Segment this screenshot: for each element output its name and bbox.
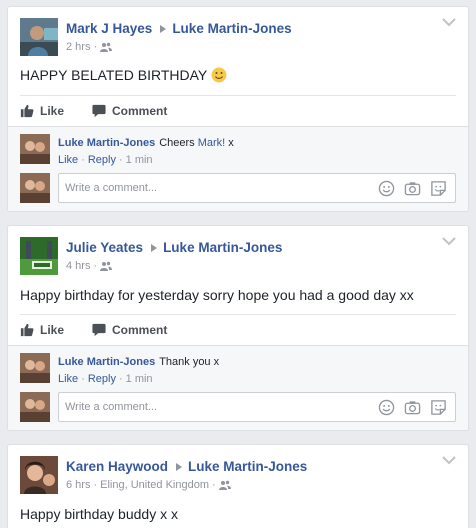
post-card: Julie Yeates Luke Martin-Jones 4 hrs · Hap… xyxy=(7,225,469,431)
like-icon xyxy=(20,104,34,118)
comment-input[interactable]: Write a comment... xyxy=(58,173,456,203)
mention-link[interactable]: Mark! xyxy=(198,137,226,149)
author-link[interactable]: Julie Yeates xyxy=(66,240,143,255)
comment-placeholder: Write a comment... xyxy=(65,401,158,413)
post-actions: Like Comment xyxy=(20,315,195,345)
comment-reply-link[interactable]: Reply xyxy=(88,154,116,166)
arrow-right-icon xyxy=(176,462,183,471)
like-label: Like xyxy=(40,104,65,118)
avatar[interactable] xyxy=(20,456,58,494)
separator: · xyxy=(93,479,98,491)
separator: · xyxy=(118,154,123,166)
location-link[interactable]: Eling, United Kingdom xyxy=(100,479,209,491)
separator: · xyxy=(81,373,85,385)
comment-section: Luke Martin-Jones Thank you x Like · Reply ·… xyxy=(8,345,468,430)
comment-like-link[interactable]: Like xyxy=(58,373,78,385)
like-icon xyxy=(20,323,34,337)
comment-section: Luke Martin-Jones Cheers Mark! x Like · Rep… xyxy=(8,126,468,211)
like-button[interactable]: Like xyxy=(20,104,64,118)
comment-text: Luke Martin-Jones Thank you x xyxy=(58,356,219,368)
camera-icon[interactable] xyxy=(404,180,421,197)
comment-button[interactable]: Comment xyxy=(92,104,167,118)
post-header: Mark J Hayes Luke Martin-Jones xyxy=(66,21,292,36)
comment-links: Like · Reply · 1 min xyxy=(58,154,153,166)
like-button[interactable]: Like xyxy=(20,323,64,337)
post-meta: 2 hrs · xyxy=(66,41,112,53)
comment-button[interactable]: Comment xyxy=(92,323,167,337)
comment-timestamp[interactable]: 1 min xyxy=(126,373,153,385)
smile-emoji-icon xyxy=(211,67,227,83)
post-text: Happy birthday buddy x x xyxy=(20,506,178,522)
post-meta: 6 hrs · Eling, United Kingdom · xyxy=(66,479,231,491)
post-card: Mark J Hayes Luke Martin-Jones 2 hrs · HAP… xyxy=(7,6,469,212)
separator: · xyxy=(93,260,98,272)
comment-timestamp[interactable]: 1 min xyxy=(126,154,153,166)
comment-icon xyxy=(92,104,106,118)
post-text-content: Happy birthday buddy x x xyxy=(20,506,178,522)
my-avatar xyxy=(20,173,50,203)
comment-avatar[interactable] xyxy=(20,134,50,164)
target-link[interactable]: Luke Martin-Jones xyxy=(188,459,307,474)
chevron-down-icon[interactable] xyxy=(442,455,456,465)
friends-icon xyxy=(100,42,112,52)
post-header: Karen Haywood Luke Martin-Jones xyxy=(66,459,307,474)
post-text: Happy birthday for yesterday sorry hope … xyxy=(20,287,414,303)
emoji-icon[interactable] xyxy=(378,399,395,416)
comment-placeholder: Write a comment... xyxy=(65,182,158,194)
chevron-down-icon[interactable] xyxy=(442,236,456,246)
target-link[interactable]: Luke Martin-Jones xyxy=(172,21,291,36)
comment-author-link[interactable]: Luke Martin-Jones xyxy=(58,137,155,149)
comment-like-link[interactable]: Like xyxy=(58,154,78,166)
post-text-content: HAPPY BELATED BIRTHDAY xyxy=(20,67,207,83)
post-card: Karen Haywood Luke Martin-Jones 6 hrs · Eli… xyxy=(7,444,469,528)
comment-body: Thank you x xyxy=(159,356,220,368)
post-header: Julie Yeates Luke Martin-Jones xyxy=(66,240,282,255)
chevron-down-icon[interactable] xyxy=(442,17,456,27)
comment-icon xyxy=(92,323,106,337)
like-label: Like xyxy=(40,323,65,337)
friends-icon xyxy=(100,261,112,271)
target-link[interactable]: Luke Martin-Jones xyxy=(163,240,282,255)
arrow-right-icon xyxy=(151,243,158,252)
post-actions: Like Comment xyxy=(20,96,195,126)
arrow-right-icon xyxy=(160,24,167,33)
comment-reply-link[interactable]: Reply xyxy=(88,373,116,385)
comment-author-link[interactable]: Luke Martin-Jones xyxy=(58,356,155,368)
avatar[interactable] xyxy=(20,237,58,275)
author-link[interactable]: Mark J Hayes xyxy=(66,21,152,36)
comment-text: Luke Martin-Jones Cheers Mark! x xyxy=(58,137,234,149)
timestamp[interactable]: 2 hrs xyxy=(66,41,90,53)
separator: · xyxy=(93,41,98,53)
emoji-icon[interactable] xyxy=(378,180,395,197)
avatar[interactable] xyxy=(20,18,58,56)
post-meta: 4 hrs · xyxy=(66,260,112,272)
comment-links: Like · Reply · 1 min xyxy=(58,373,153,385)
comment-input[interactable]: Write a comment... xyxy=(58,392,456,422)
comment-input-icons xyxy=(378,399,447,416)
author-link[interactable]: Karen Haywood xyxy=(66,459,168,474)
timestamp[interactable]: 4 hrs xyxy=(66,260,90,272)
comment-input-icons xyxy=(378,180,447,197)
friends-icon xyxy=(219,480,231,490)
comment-avatar[interactable] xyxy=(20,353,50,383)
camera-icon[interactable] xyxy=(404,399,421,416)
sticker-icon[interactable] xyxy=(430,180,447,197)
comment-label: Comment xyxy=(112,104,168,118)
comment-label: Comment xyxy=(112,323,168,337)
separator: · xyxy=(211,479,216,491)
comment-body-end: x xyxy=(228,137,234,149)
sticker-icon[interactable] xyxy=(430,399,447,416)
post-text: HAPPY BELATED BIRTHDAY xyxy=(20,67,227,83)
post-text-content: Happy birthday for yesterday sorry hope … xyxy=(20,287,414,303)
separator: · xyxy=(81,154,85,166)
comment-body: Cheers xyxy=(159,137,195,149)
timestamp[interactable]: 6 hrs xyxy=(66,479,90,491)
my-avatar xyxy=(20,392,50,422)
separator: · xyxy=(118,373,123,385)
